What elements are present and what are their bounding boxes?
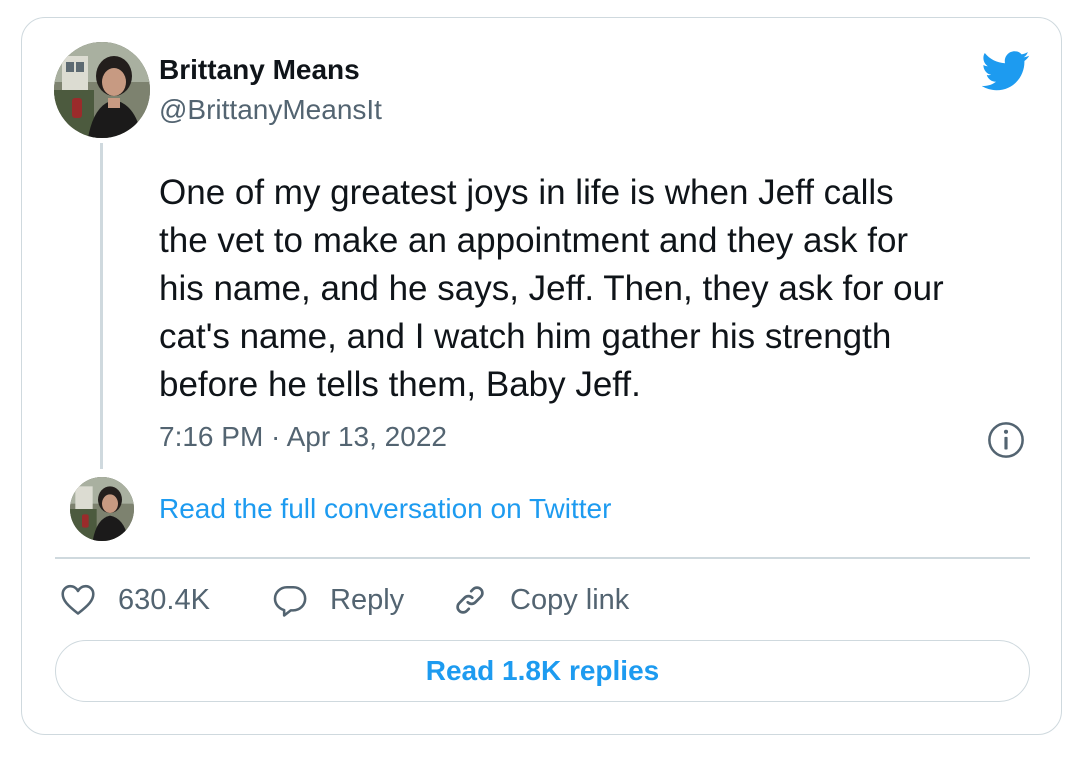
- divider: [55, 557, 1030, 559]
- tweet-text-line: One of my greatest joys in life is when …: [159, 173, 894, 212]
- like-button[interactable]: 630.4K: [60, 580, 210, 620]
- read-replies-button[interactable]: Read 1.8K replies: [55, 640, 1030, 702]
- speech-bubble-icon: [273, 585, 307, 617]
- thread-line: [100, 143, 103, 469]
- heart-icon: [61, 584, 95, 615]
- like-count: 630.4K: [118, 583, 210, 616]
- tweet-text-line: cat's name, and I watch him gather his s…: [159, 317, 892, 356]
- tweet-timestamp[interactable]: 7:16 PM · Apr 13, 2022: [159, 421, 447, 453]
- tweet-text-line: his name, and he says, Jeff. Then, they …: [159, 269, 944, 308]
- copy-link-button[interactable]: Copy link: [452, 580, 629, 620]
- tweet-card: Brittany Means @BrittanyMeansIt One of m…: [21, 17, 1062, 735]
- reply-avatar[interactable]: [70, 477, 134, 541]
- author-handle[interactable]: @BrittanyMeansIt: [159, 94, 382, 126]
- read-conversation-link[interactable]: Read the full conversation on Twitter: [159, 493, 611, 525]
- avatar-image: [70, 477, 134, 541]
- tweet-text-line: before he tells them, Baby Jeff.: [159, 365, 641, 404]
- info-icon[interactable]: [987, 421, 1025, 459]
- link-icon: [456, 586, 484, 614]
- twitter-bird-icon[interactable]: [982, 51, 1030, 91]
- tweet-text-line: the vet to make an appointment and they …: [159, 221, 909, 260]
- reply-button[interactable]: Reply: [272, 580, 404, 620]
- tweet-text: One of my greatest joys in life is when …: [159, 169, 1039, 409]
- author-display-name[interactable]: Brittany Means: [159, 54, 360, 86]
- avatar-image: [54, 42, 150, 138]
- reply-label: Reply: [330, 583, 405, 616]
- copy-link-label: Copy link: [510, 583, 630, 616]
- author-avatar[interactable]: [54, 42, 150, 138]
